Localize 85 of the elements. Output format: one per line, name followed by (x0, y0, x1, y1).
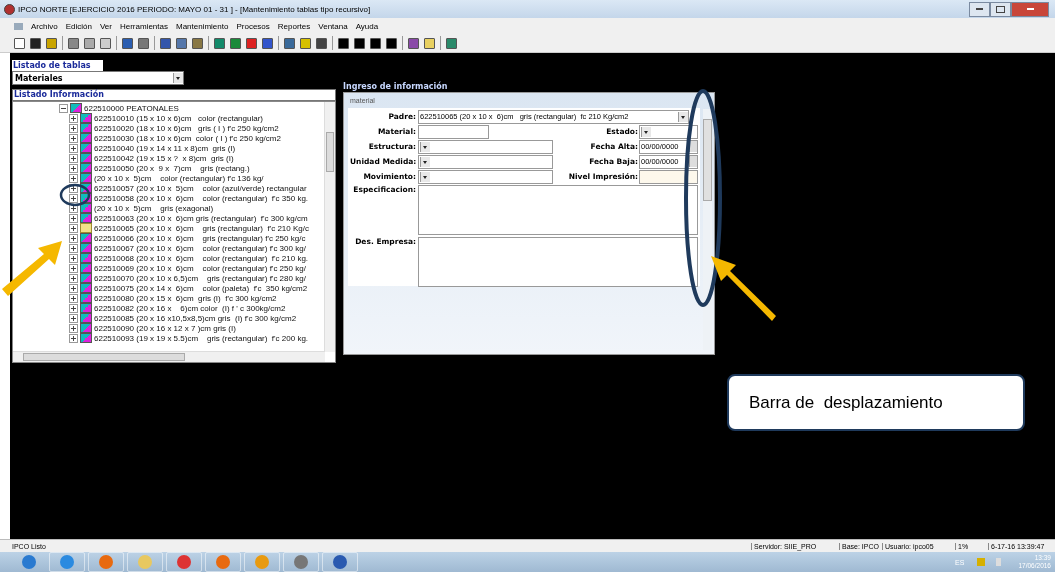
expander-icon[interactable] (69, 173, 78, 183)
expander-icon[interactable] (69, 143, 78, 153)
expander-icon[interactable] (69, 183, 78, 193)
movement-dropdown[interactable] (418, 169, 553, 184)
tree-item[interactable]: 622510075 (20 x 14 x 6)cm color (paleta) f'c 350 kg/cm2 (94, 283, 308, 293)
expander-icon[interactable] (69, 163, 78, 173)
window-title: IPCO NORTE [EJERCICIO 2016 PERIODO: MAYO 01 - 31 ] - [Mantenimiento tablas tipo recursivo] (18, 4, 371, 14)
expander-icon[interactable] (69, 263, 78, 273)
expander-icon[interactable] (69, 253, 78, 263)
menu-item[interactable]: Ayuda (351, 21, 383, 31)
tree-item[interactable]: 622510080 (20 x 15 x 6)cm gris (I) f'c 300 kg/cm2 (94, 293, 277, 303)
tree-item[interactable]: 622510070 (20 x 10 x 6,5)cm gris (rectangular) f'c 280 kg/ (94, 273, 306, 283)
taskbar-button[interactable] (166, 552, 202, 572)
menu-item[interactable]: Procesos (232, 21, 274, 31)
expander-icon[interactable] (69, 203, 78, 213)
expander-icon[interactable] (69, 243, 78, 253)
vertical-scrollbar[interactable] (703, 109, 712, 350)
arrow-drawing (711, 256, 776, 321)
expander-icon[interactable] (69, 273, 78, 283)
taskbar-button[interactable] (88, 552, 124, 572)
menu-item[interactable]: Edición (61, 21, 96, 31)
menu-item[interactable]: Ver (95, 21, 116, 31)
expander-icon[interactable] (69, 153, 78, 163)
callout-box: Barra de desplazamiento (727, 374, 1025, 431)
expander-icon[interactable] (69, 113, 78, 123)
expander-icon[interactable] (69, 293, 78, 303)
status-dropdown[interactable] (639, 124, 698, 139)
tree-item[interactable]: 622510040 (19 x 14 x 11 x 8)cm gris (I) (94, 143, 236, 153)
unit-dropdown[interactable] (418, 154, 553, 169)
tree-item[interactable]: 622510063 (20 x 10 x 6)cm gris (rectangular) f'c 300 kg/cm (94, 213, 308, 223)
tree-item[interactable]: 622510085 (20 x 16 x10,5x8,5)cm gris (I) f'c 300 kg/cm2 (94, 313, 297, 323)
tree-item[interactable]: 622510090 (20 x 16 x 12 x 7 )cm gris (I) (94, 323, 236, 333)
taskbar-button[interactable] (205, 552, 241, 572)
tree-item[interactable]: 622510065 (20 x 10 x 6)cm gris (rectangular) f'c 210 Kg/c (94, 223, 309, 233)
tree-item[interactable]: (20 x 10 x 5)cm color (rectangular) f'c 136 kg/ (94, 173, 264, 183)
expander-icon[interactable] (69, 123, 78, 133)
minimize-button[interactable] (969, 1, 990, 17)
maximize-button[interactable] (990, 1, 1011, 17)
expander-icon[interactable] (69, 193, 78, 203)
panel-title: Ingreso de información (343, 81, 449, 92)
taskbar-button[interactable] (322, 552, 358, 572)
table-dropdown[interactable]: Materiales (12, 71, 184, 85)
menu-item[interactable]: Mantenimiento (171, 21, 233, 31)
list-header: Listado Información (12, 89, 336, 101)
menu-item[interactable]: Reportes (273, 21, 315, 31)
tree-item[interactable]: 622510067 (20 x 10 x 6)cm color (rectangular) f'c 300 kg/ (94, 243, 306, 253)
close-button[interactable] (1011, 1, 1049, 17)
expander-icon[interactable] (69, 313, 78, 323)
material-input[interactable] (418, 124, 489, 139)
taskbar-button[interactable] (49, 552, 85, 572)
menu-item[interactable]: Herramientas (115, 21, 172, 31)
taskbar-button[interactable] (283, 552, 319, 572)
tree-item[interactable]: 622510050 (20 x 9 x 7)cm gris (rectang.) (94, 163, 250, 173)
tree-item[interactable]: 622510093 (19 x 19 x 5.5)cm gris (rectangular) f'c 200 kg. (94, 333, 309, 343)
tree-item[interactable]: 622510082 (20 x 16 x 6)cm color (I) f ' c 300kg/cm2 (94, 303, 286, 313)
tree-item[interactable]: 622510057 (20 x 10 x 5)cm color (azul/verde) rectangular (94, 183, 307, 193)
expander-icon[interactable] (69, 323, 78, 333)
horizontal-scrollbar[interactable] (13, 351, 325, 362)
tree-item[interactable]: 622510068 (20 x 10 x 6)cm color (rectangular) f'c 210 kg. (94, 253, 309, 263)
structure-dropdown[interactable] (418, 139, 553, 154)
tree-item[interactable]: 622510042 (19 x 15 x ? x 8)cm gris (I) (94, 153, 234, 163)
expander-icon[interactable] (59, 103, 68, 113)
tree-item[interactable]: 622510058 (20 x 10 x 6)cm color (rectangular) f'c 350 kg. (94, 193, 309, 203)
vertical-scrollbar[interactable] (324, 102, 335, 352)
tree-item[interactable]: 622510000 PEATONALES (84, 103, 179, 113)
tree-item[interactable]: 622510030 (18 x 10 x 6)cm color ( I ) f'c 250 kg/cm2 (94, 133, 281, 143)
expander-icon[interactable] (69, 133, 78, 143)
tree-item[interactable]: 622510020 (18 x 10 x 6)cm gris ( I ) f'c 250 kg/cm2 (94, 123, 279, 133)
tree-item[interactable]: 622510069 (20 x 10 x 6)cm color (rectangular) f'c 250 kg/ (94, 263, 306, 273)
expander-icon[interactable] (69, 233, 78, 243)
menu-item[interactable]: Archivo (27, 21, 62, 31)
expander-icon[interactable] (69, 333, 78, 343)
expander-icon[interactable] (69, 223, 78, 233)
print-level-input[interactable] (639, 169, 698, 184)
expander-icon[interactable] (69, 303, 78, 313)
tree-item[interactable]: 622510066 (20 x 10 x 6)cm gris (rectangular) f'c 250 kg/c (94, 233, 306, 243)
tree-item[interactable]: (20 x 10 x 5)cm gris (exagonal) (94, 203, 214, 213)
menu-item[interactable]: Ventana (314, 21, 352, 31)
description-textarea[interactable] (418, 237, 698, 287)
highlight-ellipse (59, 183, 91, 207)
arrow-drawing (2, 241, 62, 296)
expander-icon[interactable] (69, 213, 78, 223)
tables-label: Listado de tablas (12, 60, 103, 71)
tree-item[interactable]: 622510010 (15 x 10 x 6)cm color (rectangular) (94, 113, 263, 123)
expander-icon[interactable] (69, 283, 78, 293)
